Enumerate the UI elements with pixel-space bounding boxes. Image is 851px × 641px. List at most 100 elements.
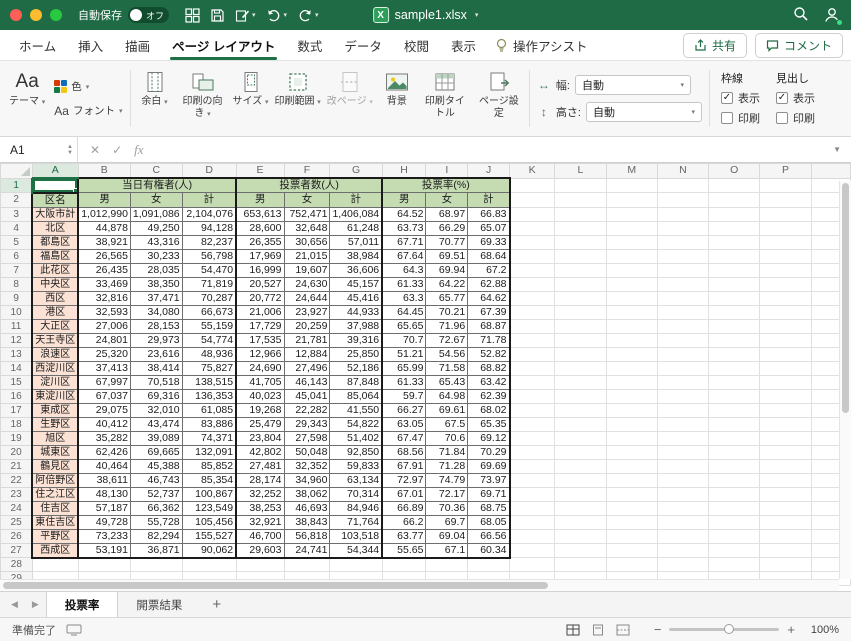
value-cell[interactable]: 70,314 xyxy=(329,486,384,502)
empty-cell[interactable] xyxy=(554,542,607,558)
empty-cell[interactable] xyxy=(708,192,761,208)
value-cell[interactable]: 55.65 xyxy=(381,542,427,559)
empty-cell[interactable] xyxy=(425,557,469,572)
margins-button[interactable]: 余白 ▾ xyxy=(134,66,176,131)
vertical-scrollbar-thumb[interactable] xyxy=(842,183,849,413)
minimize-window-button[interactable] xyxy=(30,9,42,21)
value-cell[interactable]: 62,426 xyxy=(77,444,131,460)
column-header-O[interactable]: O xyxy=(708,163,761,179)
sub-header-cell[interactable]: 男 xyxy=(381,192,427,208)
value-cell[interactable]: 20,772 xyxy=(235,290,285,306)
empty-cell[interactable] xyxy=(759,514,812,530)
value-cell[interactable]: 32,252 xyxy=(235,486,285,502)
empty-cell[interactable] xyxy=(708,262,761,278)
value-cell[interactable]: 69.71 xyxy=(467,486,511,502)
empty-cell[interactable] xyxy=(708,318,761,334)
empty-cell[interactable] xyxy=(508,430,556,446)
value-cell[interactable]: 32,648 xyxy=(283,220,331,236)
empty-cell[interactable] xyxy=(708,220,761,236)
value-cell[interactable]: 70.77 xyxy=(425,234,469,250)
headings-view-checkbox[interactable]: ✓ 表示 xyxy=(775,90,815,106)
empty-cell[interactable] xyxy=(605,388,658,404)
insert-function-button[interactable]: fx xyxy=(134,142,143,158)
empty-cell[interactable] xyxy=(467,557,510,572)
value-cell[interactable]: 85,064 xyxy=(329,388,384,404)
value-cell[interactable]: 30,656 xyxy=(283,234,331,250)
value-cell[interactable]: 30,233 xyxy=(129,248,183,264)
value-cell[interactable]: 64.3 xyxy=(381,262,427,278)
row-header-1[interactable]: 1 xyxy=(0,177,34,193)
column-header-C[interactable]: C xyxy=(129,163,183,179)
value-cell[interactable]: 21,781 xyxy=(283,332,331,348)
ribbon-tab-8[interactable]: 表示 xyxy=(440,30,487,60)
empty-cell[interactable] xyxy=(708,472,761,488)
value-cell[interactable]: 75,827 xyxy=(181,360,238,376)
empty-cell[interactable] xyxy=(708,248,761,264)
headings-print-checkbox[interactable]: 印刷 xyxy=(775,110,815,126)
empty-cell[interactable] xyxy=(759,500,812,516)
empty-cell[interactable] xyxy=(759,332,812,348)
row-header-7[interactable]: 7 xyxy=(0,262,33,278)
value-cell[interactable]: 19,268 xyxy=(235,402,285,418)
empty-cell[interactable] xyxy=(708,416,761,432)
empty-cell[interactable] xyxy=(605,276,658,292)
value-cell[interactable]: 68.82 xyxy=(467,360,511,376)
sheet-nav-left-icon[interactable]: ◀ xyxy=(4,592,25,617)
value-cell[interactable]: 37,471 xyxy=(129,290,183,306)
district-name-cell[interactable]: 東淀川区 xyxy=(31,388,80,404)
empty-cell[interactable] xyxy=(759,290,812,306)
value-cell[interactable]: 32,593 xyxy=(77,304,131,320)
value-cell[interactable]: 82,237 xyxy=(181,234,238,250)
value-cell[interactable]: 73.97 xyxy=(467,472,511,488)
empty-cell[interactable] xyxy=(708,234,761,250)
value-cell[interactable]: 64.52 xyxy=(381,206,427,222)
empty-cell[interactable] xyxy=(605,486,658,502)
district-name-cell[interactable]: 鶴見区 xyxy=(31,458,80,474)
empty-cell[interactable] xyxy=(656,514,710,530)
empty-cell[interactable] xyxy=(708,402,761,418)
value-cell[interactable]: 72.17 xyxy=(425,486,469,502)
value-cell[interactable]: 27,598 xyxy=(283,430,331,446)
value-cell[interactable]: 38,921 xyxy=(77,234,131,250)
theme-colors-button[interactable]: 色 ▾ xyxy=(50,77,126,96)
value-cell[interactable]: 65.07 xyxy=(467,220,511,236)
accessibility-check-icon[interactable] xyxy=(66,624,82,636)
empty-cell[interactable] xyxy=(554,290,607,306)
value-cell[interactable]: 44,933 xyxy=(329,304,384,320)
value-cell[interactable]: 21,006 xyxy=(235,304,285,320)
empty-cell[interactable] xyxy=(656,177,710,193)
group-header-cell[interactable]: 当日有権者(人) xyxy=(77,177,238,193)
empty-cell[interactable] xyxy=(508,514,556,530)
empty-cell[interactable] xyxy=(554,528,607,544)
empty-cell[interactable] xyxy=(759,276,812,292)
empty-cell[interactable] xyxy=(708,444,761,460)
value-cell[interactable]: 74.79 xyxy=(425,472,469,488)
theme-fonts-button[interactable]: Aa フォント ▾ xyxy=(50,101,126,120)
empty-cell[interactable] xyxy=(554,374,607,390)
value-cell[interactable]: 39,089 xyxy=(129,430,183,446)
value-cell[interactable]: 67.01 xyxy=(381,486,427,502)
value-cell[interactable]: 28,153 xyxy=(129,318,183,334)
value-cell[interactable]: 66.56 xyxy=(467,528,511,544)
empty-cell[interactable] xyxy=(31,557,79,572)
print-area-button[interactable]: 印刷範囲 ▾ xyxy=(272,66,324,131)
row-header-13[interactable]: 13 xyxy=(0,346,33,362)
value-cell[interactable]: 68.05 xyxy=(467,514,511,530)
value-cell[interactable]: 70,287 xyxy=(181,290,238,306)
empty-cell[interactable] xyxy=(605,192,658,208)
value-cell[interactable]: 37,413 xyxy=(77,360,131,376)
district-name-cell[interactable]: 旭区 xyxy=(31,430,80,446)
value-cell[interactable]: 34,960 xyxy=(283,472,331,488)
value-cell[interactable]: 25,479 xyxy=(235,416,285,432)
sub-header-cell[interactable]: 計 xyxy=(329,192,384,208)
ribbon-tab-3[interactable]: 描画 xyxy=(114,30,161,60)
value-cell[interactable]: 70.36 xyxy=(425,500,469,516)
column-header-H[interactable]: H xyxy=(381,163,427,179)
row-header-4[interactable]: 4 xyxy=(0,220,33,236)
autosave-toggle[interactable]: オフ xyxy=(128,7,170,23)
empty-cell[interactable] xyxy=(759,388,812,404)
column-header-overflow[interactable] xyxy=(810,163,851,179)
district-name-cell[interactable]: 東住吉区 xyxy=(31,514,80,530)
value-cell[interactable]: 63.77 xyxy=(381,528,427,544)
empty-cell[interactable] xyxy=(708,332,761,348)
